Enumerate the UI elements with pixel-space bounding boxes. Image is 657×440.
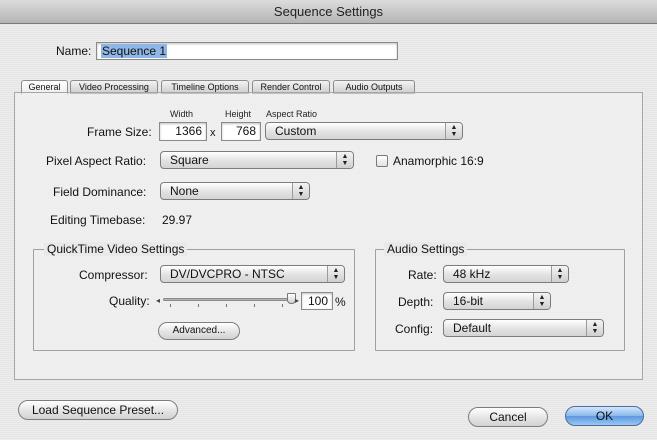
slider-tick (254, 304, 255, 307)
anamorphic-label: Anamorphic 16:9 (393, 154, 484, 168)
editing-timebase-label: Editing Timebase: (50, 213, 146, 227)
pixel-aspect-popup[interactable]: Square ▲ ▼ (160, 151, 354, 169)
quality-field[interactable]: 100 (301, 292, 333, 310)
slider-tick (170, 304, 171, 307)
audio-settings-title: Audio Settings (384, 242, 468, 256)
anamorphic-checkbox[interactable] (376, 155, 388, 167)
depth-value: 16-bit (453, 294, 484, 308)
compressor-value: DV/DVCPRO - NTSC (170, 267, 285, 281)
aspect-ratio-header: Aspect Ratio (266, 109, 318, 119)
load-sequence-preset-button[interactable]: Load Sequence Preset... (18, 400, 178, 420)
slider-tick (198, 304, 199, 307)
config-popup[interactable]: Default ▲ ▼ (443, 319, 604, 337)
frame-size-x: x (210, 127, 216, 139)
name-field[interactable]: Sequence 1 (96, 42, 398, 60)
chevron-updown-icon: ▲ ▼ (586, 320, 603, 336)
ok-button[interactable]: OK (565, 406, 644, 426)
height-header: Height (225, 109, 252, 119)
field-dominance-popup[interactable]: None ▲ ▼ (160, 182, 310, 200)
slider-tick (282, 304, 283, 307)
chevron-updown-icon: ▲ ▼ (533, 293, 550, 309)
frame-height-field[interactable]: 768 (221, 122, 261, 141)
pixel-aspect-label: Pixel Aspect Ratio: (46, 154, 147, 168)
chevron-updown-icon: ▲ ▼ (336, 152, 353, 168)
name-label: Name: (56, 44, 92, 58)
width-header: Width (170, 109, 194, 119)
window-title: Sequence Settings (0, 0, 657, 24)
quality-unit: % (335, 295, 346, 309)
depth-label: Depth: (398, 295, 434, 309)
aspect-ratio-popup[interactable]: Custom ▲ ▼ (265, 122, 463, 140)
cancel-button[interactable]: Cancel (468, 407, 548, 427)
arrow-left-icon: ◂ (156, 296, 161, 305)
chevron-updown-icon: ▲ ▼ (445, 123, 462, 139)
slider-tick (226, 304, 227, 307)
compressor-label: Compressor: (79, 268, 148, 282)
sequence-settings-window: Sequence Settings Name: Sequence 1 Gener… (0, 0, 657, 440)
quality-slider[interactable] (163, 298, 295, 301)
aspect-ratio-value: Custom (275, 124, 317, 138)
chevron-updown-icon: ▲ ▼ (327, 266, 344, 282)
field-dominance-value: None (170, 184, 199, 198)
frame-size-label: Frame Size: (87, 125, 152, 139)
field-dominance-label: Field Dominance: (53, 185, 147, 199)
chevron-updown-icon: ▲ ▼ (292, 183, 309, 199)
editing-timebase-value: 29.97 (162, 213, 193, 227)
depth-popup[interactable]: 16-bit ▲ ▼ (443, 292, 551, 310)
arrow-right-icon: ▸ (295, 296, 300, 305)
config-value: Default (453, 321, 492, 335)
compressor-popup[interactable]: DV/DVCPRO - NTSC ▲ ▼ (160, 265, 345, 283)
advanced-button[interactable]: Advanced... (158, 322, 240, 340)
quality-label: Quality: (109, 294, 150, 308)
rate-label: Rate: (408, 268, 437, 282)
name-value: Sequence 1 (101, 44, 168, 58)
rate-popup[interactable]: 48 kHz ▲ ▼ (443, 265, 569, 283)
frame-width-field[interactable]: 1366 (159, 122, 207, 141)
pixel-aspect-value: Square (170, 153, 209, 167)
rate-value: 48 kHz (453, 267, 491, 281)
config-label: Config: (395, 322, 434, 336)
quicktime-settings-title: QuickTime Video Settings (44, 242, 188, 256)
chevron-updown-icon: ▲ ▼ (551, 266, 568, 282)
